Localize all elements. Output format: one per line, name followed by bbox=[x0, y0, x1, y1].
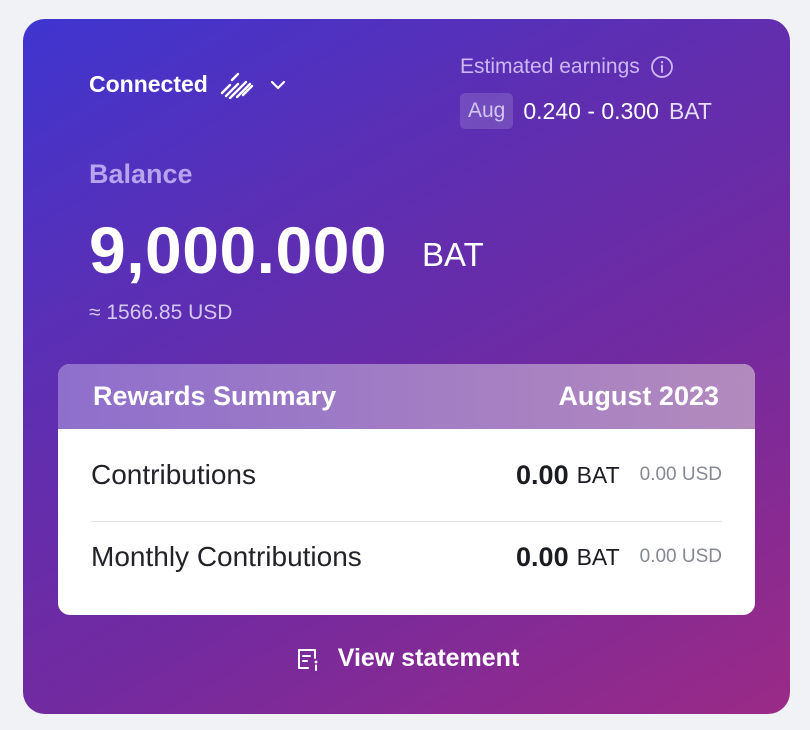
view-statement-button[interactable]: View statement bbox=[23, 644, 790, 673]
summary-row-monthly-contributions: Monthly Contributions 0.00 BAT 0.00 USD bbox=[91, 541, 722, 573]
rewards-card: Connected Estimated earnings Aug 0.240 -… bbox=[23, 19, 790, 714]
connection-status-label: Connected bbox=[89, 70, 208, 97]
rewards-summary-header: Rewards Summary August 2023 bbox=[58, 364, 755, 429]
view-statement-label: View statement bbox=[337, 644, 520, 672]
summary-row-contributions: Contributions 0.00 BAT 0.00 USD bbox=[91, 459, 722, 491]
chevron-down-icon[interactable] bbox=[268, 74, 288, 94]
rewards-summary-title: Rewards Summary bbox=[93, 381, 337, 411]
balance-amount: 9,000.000 bbox=[89, 213, 388, 287]
summary-divider bbox=[91, 521, 722, 522]
summary-row-amount: 0.00 bbox=[516, 459, 569, 490]
summary-row-label: Contributions bbox=[91, 459, 256, 490]
balance-label: Balance bbox=[89, 159, 193, 189]
info-icon[interactable] bbox=[650, 55, 674, 79]
estimated-earnings-label: Estimated earnings bbox=[460, 55, 640, 78]
summary-row-usd: 0.00 USD bbox=[639, 464, 722, 485]
estimated-earnings-range: 0.240 - 0.300 bbox=[523, 97, 659, 124]
month-badge: Aug bbox=[460, 93, 514, 129]
connected-slash-icon bbox=[216, 69, 256, 100]
estimated-earnings-unit: BAT bbox=[668, 97, 712, 124]
summary-row-amount: 0.00 bbox=[516, 541, 569, 572]
estimated-earnings-header: Estimated earnings bbox=[460, 55, 674, 79]
estimated-earnings-value: Aug 0.240 - 0.300 BAT bbox=[460, 93, 712, 129]
rewards-summary-period: August 2023 bbox=[558, 381, 719, 411]
summary-row-unit: BAT bbox=[576, 461, 620, 488]
connection-status-button[interactable]: Connected bbox=[89, 69, 288, 100]
balance-unit: BAT bbox=[422, 236, 484, 273]
summary-row-usd: 0.00 USD bbox=[639, 546, 722, 567]
summary-row-label: Monthly Contributions bbox=[91, 541, 362, 572]
balance-usd: ≈ 1566.85 USD bbox=[89, 301, 233, 324]
rewards-summary-panel: Rewards Summary August 2023 Contribution… bbox=[58, 364, 755, 615]
summary-row-unit: BAT bbox=[576, 543, 620, 570]
statement-icon bbox=[294, 645, 324, 673]
